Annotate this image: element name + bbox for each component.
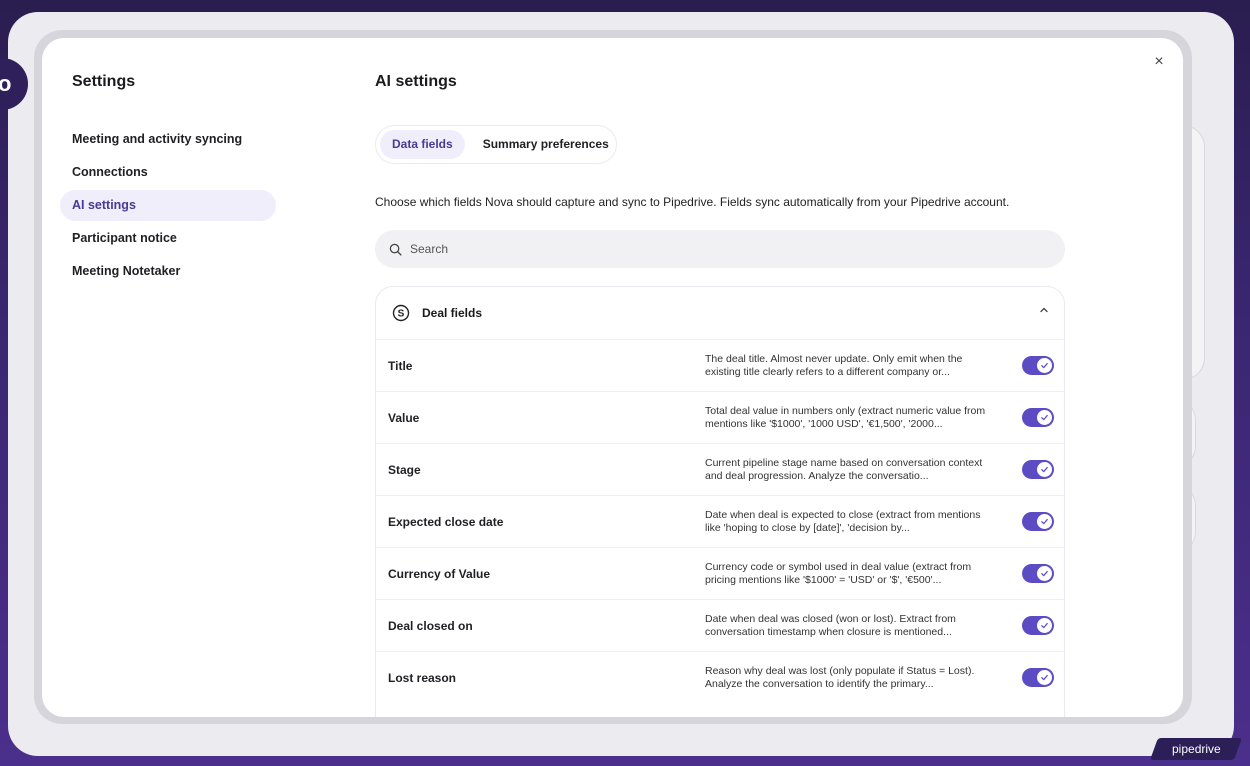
field-description: Date when deal is expected to close (ext… [705, 508, 981, 534]
section-description: Choose which fields Nova should capture … [375, 195, 1010, 209]
field-row-lost-reason: Lost reason Reason why deal was lost (on… [376, 651, 1064, 703]
field-row-stage: Stage Current pipeline stage name based … [376, 443, 1064, 495]
field-row-expected-close-date: Expected close date Date when deal is ex… [376, 495, 1064, 547]
deal-fields-section: S Deal fields Title The deal title. Almo… [375, 286, 1065, 717]
field-label: Stage [388, 462, 421, 477]
dollar-circle-icon: S [392, 304, 410, 322]
field-toggle[interactable] [1022, 668, 1054, 687]
chevron-up-icon[interactable] [1038, 304, 1050, 316]
field-row-value: Value Total deal value in numbers only (… [376, 391, 1064, 443]
section-header[interactable]: S Deal fields [376, 287, 1064, 339]
field-row-currency: Currency of Value Currency code or symbo… [376, 547, 1064, 599]
field-label: Currency of Value [388, 566, 491, 581]
sidebar-title: Settings [72, 73, 136, 90]
sidebar-item-meeting-notetaker[interactable]: Meeting Notetaker [60, 256, 276, 287]
page-title: AI settings [375, 73, 457, 90]
field-label: Deal closed on [388, 618, 473, 633]
check-icon [1041, 414, 1048, 421]
field-row-deal-closed-on: Deal closed on Date when deal was closed… [376, 599, 1064, 651]
search-input[interactable] [410, 242, 1010, 256]
tab-bar: Data fields Summary preferences [375, 125, 617, 164]
field-toggle[interactable] [1022, 564, 1054, 583]
sidebar-item-connections[interactable]: Connections [60, 157, 276, 188]
field-row-title: Title The deal title. Almost never updat… [376, 339, 1064, 391]
field-label: Value [388, 410, 420, 425]
sidebar-item-participant-notice[interactable]: Participant notice [60, 223, 276, 254]
field-description: Reason why deal was lost (only populate … [705, 664, 975, 690]
field-toggle[interactable] [1022, 460, 1054, 479]
section-title: Deal fields [422, 306, 483, 320]
field-label: Lost reason [388, 670, 457, 685]
field-toggle[interactable] [1022, 616, 1054, 635]
check-icon [1041, 518, 1048, 525]
check-icon [1041, 466, 1048, 473]
check-icon [1041, 674, 1048, 681]
field-description: Currency code or symbol used in deal val… [705, 560, 972, 586]
field-toggle[interactable] [1022, 512, 1054, 531]
svg-text:S: S [398, 309, 405, 320]
settings-nav: Meeting and activity syncing Connections… [60, 124, 276, 289]
check-icon [1041, 570, 1048, 577]
settings-modal: × Settings Meeting and activity syncing … [42, 38, 1183, 717]
field-description: Total deal value in numbers only (extrac… [705, 404, 986, 430]
close-button[interactable]: × [1149, 52, 1169, 72]
check-icon [1041, 622, 1048, 629]
tab-data-fields[interactable]: Data fields [380, 130, 465, 159]
field-toggle[interactable] [1022, 408, 1054, 427]
tab-summary-preferences[interactable]: Summary preferences [471, 130, 621, 159]
field-description: The deal title. Almost never update. Onl… [705, 352, 963, 378]
brand-tag: pipedrive [1149, 738, 1243, 760]
check-icon [1041, 362, 1048, 369]
sidebar-item-meeting-syncing[interactable]: Meeting and activity syncing [60, 124, 276, 155]
field-label: Title [388, 358, 413, 373]
field-description: Date when deal was closed (won or lost).… [705, 612, 956, 638]
sidebar-item-ai-settings[interactable]: AI settings [60, 190, 276, 221]
search-box [375, 230, 1065, 268]
field-description: Current pipeline stage name based on con… [705, 456, 983, 482]
search-icon [389, 243, 402, 256]
field-label: Expected close date [388, 514, 504, 529]
field-toggle[interactable] [1022, 356, 1054, 375]
